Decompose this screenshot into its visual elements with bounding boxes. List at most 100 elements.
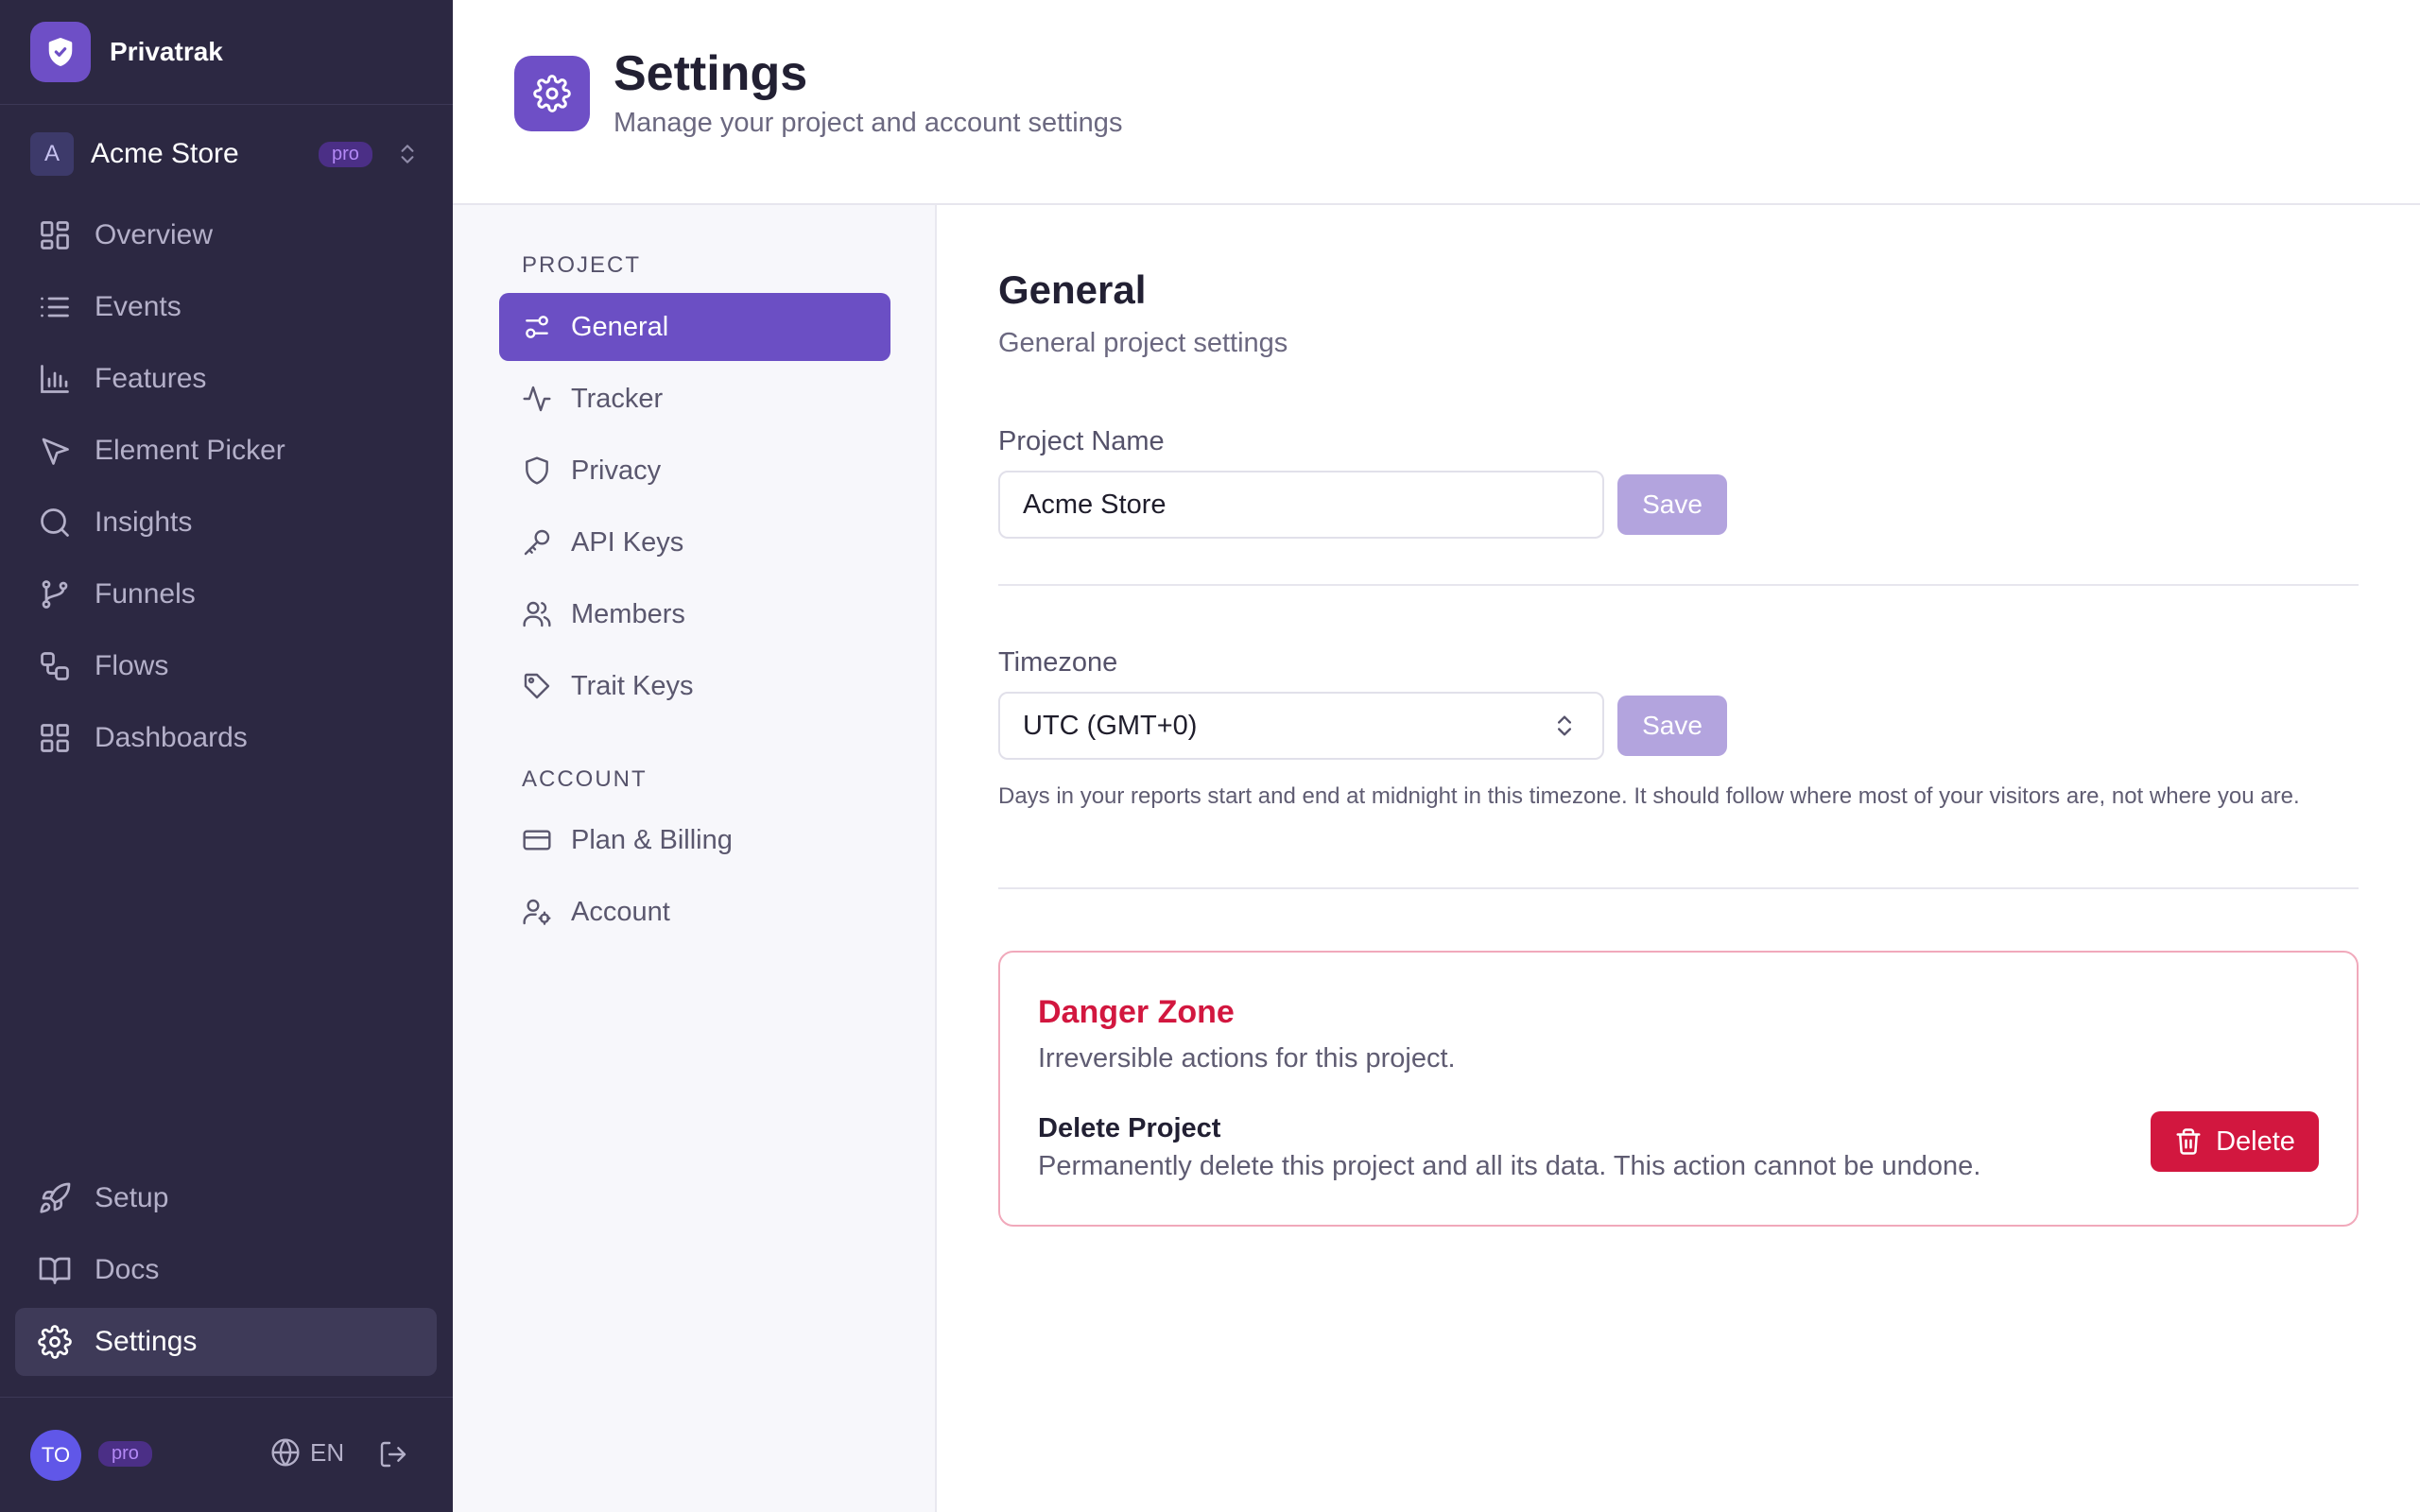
nav-item-label: Funnels (95, 578, 196, 610)
danger-zone-title: Danger Zone (1038, 994, 1235, 1030)
page-header: Settings Manage your project and account… (453, 0, 2420, 205)
chevrons-up-down-icon (401, 145, 414, 163)
settings-item-api-keys[interactable]: API Keys (499, 508, 890, 576)
logout-icon (380, 1441, 406, 1468)
divider (998, 887, 2359, 889)
user-plan-badge: pro (98, 1441, 152, 1467)
nav-item-label: Overview (95, 219, 214, 250)
shield-icon (526, 456, 548, 485)
sidebar-footer: TO pro EN (0, 1397, 453, 1512)
divider (998, 584, 2359, 586)
danger-zone: Danger Zone Irreversible actions for thi… (998, 951, 2359, 1227)
brand-name: Privatrak (110, 37, 223, 66)
list-icon (41, 297, 69, 318)
language-button[interactable]: EN (270, 1437, 344, 1468)
plan-badge: pro (319, 142, 372, 167)
activity-icon (523, 386, 551, 412)
settings-item-label: API Keys (571, 526, 684, 558)
settings-item-label: General (571, 311, 669, 342)
bar-chart-icon (41, 365, 69, 393)
project-avatar: A (30, 132, 74, 176)
delete-project-button[interactable]: Delete (2151, 1111, 2319, 1172)
tag-icon (524, 673, 550, 699)
settings-item-label: Members (571, 598, 685, 629)
nav-item-docs[interactable]: Docs (15, 1236, 437, 1304)
settings-item-plan-billing[interactable]: Plan & Billing (499, 806, 890, 874)
book-icon (39, 1257, 71, 1284)
project-name-input[interactable] (998, 471, 1604, 539)
page-title: Settings (614, 46, 808, 101)
gear-icon (38, 1325, 72, 1359)
settings-item-label: Account (571, 896, 670, 927)
timezone-label: Timezone (998, 647, 1118, 678)
settings-item-trait-keys[interactable]: Trait Keys (499, 652, 890, 720)
nav-item-label: Events (95, 291, 182, 322)
logout-button[interactable] (378, 1439, 408, 1469)
settings-item-privacy[interactable]: Privacy (499, 437, 890, 505)
general-settings-panel: General General project settings Project… (937, 205, 2420, 1512)
nav-item-element-picker[interactable]: Element Picker (15, 417, 437, 485)
git-branch-icon (42, 580, 68, 609)
trash-icon (2176, 1128, 2201, 1155)
brand[interactable]: Privatrak (0, 0, 453, 105)
nav-item-label: Settings (95, 1326, 198, 1357)
bottom-nav: Setup Docs Settings (15, 1164, 437, 1380)
shield-check-icon (30, 22, 91, 82)
nav-item-label: Element Picker (95, 435, 285, 466)
delete-project-title: Delete Project (1038, 1113, 1221, 1143)
settings-item-tracker[interactable]: Tracker (499, 365, 890, 433)
nav-item-events[interactable]: Events (15, 273, 437, 341)
section-title: General (998, 267, 1147, 312)
nav-item-overview[interactable]: Overview (15, 201, 437, 269)
dashboard-icon (41, 724, 69, 752)
nav-item-dashboards[interactable]: Dashboards (15, 704, 437, 772)
sliders-icon (526, 316, 548, 338)
danger-zone-description: Irreversible actions for this project. (1038, 1043, 1456, 1074)
nav-item-label: Insights (95, 507, 193, 538)
timezone-select[interactable]: UTC (GMT+0) (998, 692, 1604, 760)
settings-item-label: Trait Keys (571, 670, 694, 701)
user-cog-icon (523, 899, 551, 925)
project-switcher[interactable]: A Acme Store pro (30, 130, 427, 178)
nav-item-setup[interactable]: Setup (15, 1164, 437, 1232)
section-label-account: ACCOUNT (522, 766, 648, 792)
language-label: EN (310, 1437, 345, 1467)
nav-item-flows[interactable]: Flows (15, 632, 437, 700)
page-subtitle: Manage your project and account settings (614, 108, 1123, 138)
chevrons-up-down-icon (1558, 715, 1571, 736)
delete-button-label: Delete (2216, 1125, 2295, 1157)
rocket-icon (40, 1182, 71, 1213)
cursor-icon (42, 438, 69, 465)
nav-item-settings[interactable]: Settings (15, 1308, 437, 1376)
settings-item-account[interactable]: Account (499, 878, 890, 946)
user-avatar[interactable]: TO (30, 1430, 81, 1481)
nav-item-label: Dashboards (95, 722, 248, 753)
grid-icon (41, 221, 69, 249)
save-timezone-button[interactable]: Save (1617, 696, 1727, 756)
nav-item-label: Docs (95, 1254, 160, 1285)
settings-item-label: Plan & Billing (571, 824, 733, 855)
workflow-icon (41, 652, 69, 680)
key-icon (524, 529, 550, 556)
nav-item-features[interactable]: Features (15, 345, 437, 413)
credit-card-icon (523, 830, 551, 850)
project-name-label: Project Name (998, 426, 1165, 456)
settings-nav: PROJECT General Tracker Privacy API Keys… (453, 205, 937, 1512)
nav-item-insights[interactable]: Insights (15, 489, 437, 557)
nav-item-label: Flows (95, 650, 169, 681)
nav-item-label: Features (95, 363, 207, 394)
search-icon (41, 508, 69, 537)
nav-item-label: Setup (95, 1182, 169, 1213)
section-subtitle: General project settings (998, 328, 1288, 358)
settings-gear-icon (514, 56, 590, 131)
nav-item-funnels[interactable]: Funnels (15, 560, 437, 628)
settings-item-general[interactable]: General (499, 293, 890, 361)
settings-item-label: Privacy (571, 455, 662, 486)
timezone-help-text: Days in your reports start and end at mi… (998, 783, 2300, 809)
globe-icon (271, 1438, 300, 1467)
timezone-value: UTC (GMT+0) (1023, 710, 1198, 741)
settings-item-members[interactable]: Members (499, 580, 890, 648)
save-project-name-button[interactable]: Save (1617, 474, 1727, 535)
main-nav: Overview Events Features Element Picker … (15, 201, 437, 776)
delete-project-description: Permanently delete this project and all … (1038, 1151, 1981, 1181)
